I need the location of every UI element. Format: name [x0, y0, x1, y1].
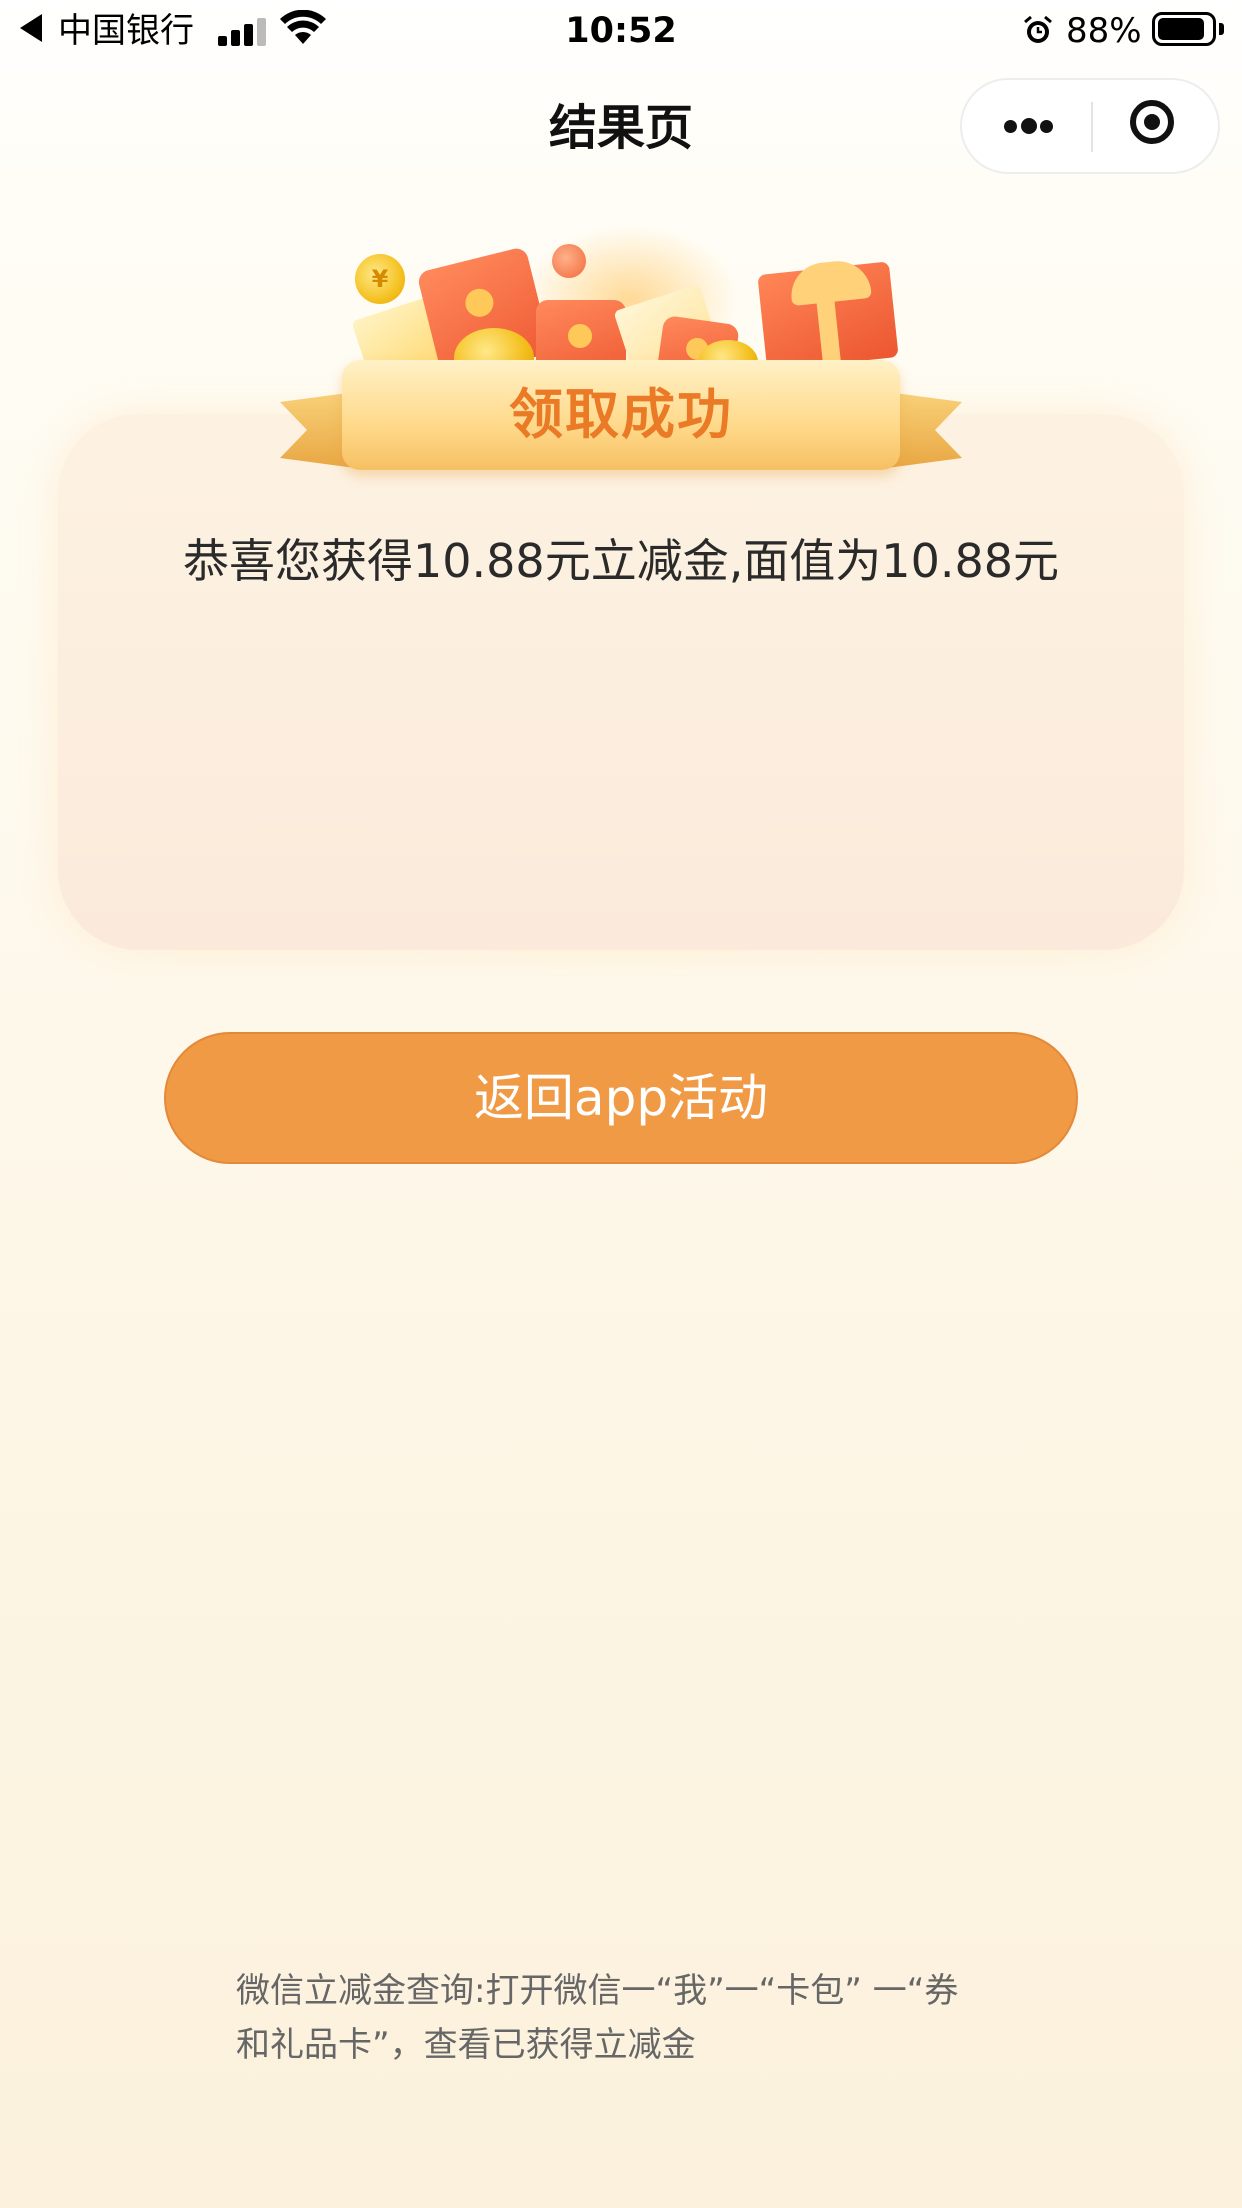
result-card: [58, 414, 1184, 950]
more-dots-icon: [1040, 120, 1053, 133]
footer-note: 微信立减金查询:打开微信一“我”一“卡包” 一“券 和礼品卡”，查看已获得立减金: [236, 1964, 1016, 2072]
more-dots-icon: [1004, 120, 1017, 133]
carrier-name: 中国银行: [58, 11, 194, 51]
wifi-icon: [280, 10, 326, 44]
page-title: 结果页: [548, 100, 693, 156]
battery-cap: [1219, 23, 1224, 35]
return-to-app-button[interactable]: 返回app活动: [164, 1032, 1078, 1164]
success-title: 领取成功: [509, 383, 733, 446]
signal-icon: [218, 14, 270, 46]
status-bar: 中国银行 10:52 88%: [0, 0, 1242, 62]
close-button[interactable]: [1093, 80, 1220, 172]
footer-line-1: 微信立减金查询:打开微信一“我”一“卡包” 一“券: [236, 1971, 959, 2011]
close-target-dot: [1144, 114, 1160, 130]
battery-fill: [1158, 18, 1204, 40]
battery-icon: [1152, 12, 1216, 46]
coin-icon: ¥: [355, 254, 405, 304]
clock-time: 10:52: [565, 11, 677, 51]
back-arrow-icon[interactable]: [20, 14, 42, 42]
orb-icon: [552, 244, 586, 278]
packet-seal: [462, 285, 497, 320]
more-button[interactable]: [962, 80, 1091, 172]
reward-message: 恭喜您获得10.88元立减金,面值为10.88元: [183, 534, 1059, 588]
footer-line-2: 和礼品卡”，查看已获得立减金: [236, 2025, 696, 2065]
packet-seal: [568, 324, 592, 348]
more-dots-icon: [1021, 118, 1037, 134]
battery-percent: 88%: [1066, 11, 1142, 51]
alarm-icon: [1024, 15, 1052, 43]
mini-program-capsule: [960, 78, 1220, 174]
